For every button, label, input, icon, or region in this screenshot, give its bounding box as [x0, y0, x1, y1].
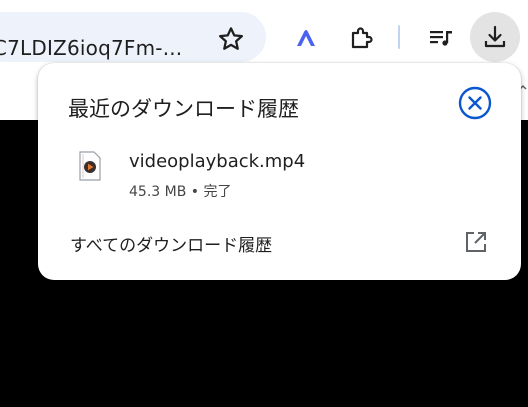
download-meta: 45.3 MB • 完了	[129, 181, 231, 201]
address-bar[interactable]: 7C7LDIZ6ioq7Fm-...	[0, 12, 266, 62]
download-item[interactable]: videoplayback.mp4 45.3 MB • 完了	[38, 141, 521, 205]
download-filename: videoplayback.mp4	[129, 151, 306, 172]
download-button[interactable]	[470, 12, 520, 62]
media-control-icon[interactable]	[425, 22, 457, 54]
open-in-new-icon[interactable]	[463, 229, 489, 255]
vpn-icon[interactable]	[290, 22, 322, 54]
url-text[interactable]: 7C7LDIZ6ioq7Fm-...	[0, 36, 185, 60]
bubble-title: 最近のダウンロード履歴	[68, 97, 299, 121]
extensions-icon[interactable]	[345, 22, 377, 54]
toolbar-separator	[398, 25, 400, 49]
close-icon[interactable]	[458, 86, 492, 120]
video-file-icon	[79, 151, 101, 181]
all-downloads-link[interactable]: すべてのダウンロード履歴	[38, 223, 521, 263]
download-bubble: 最近のダウンロード履歴 videoplayback.mp4 45.3 MB • …	[38, 63, 521, 280]
download-size: 45.3 MB	[129, 184, 187, 200]
download-icon	[484, 25, 506, 48]
all-downloads-label: すべてのダウンロード履歴	[70, 236, 273, 256]
download-status: 完了	[203, 184, 232, 200]
star-icon[interactable]	[216, 24, 246, 54]
meta-separator: •	[190, 184, 200, 200]
